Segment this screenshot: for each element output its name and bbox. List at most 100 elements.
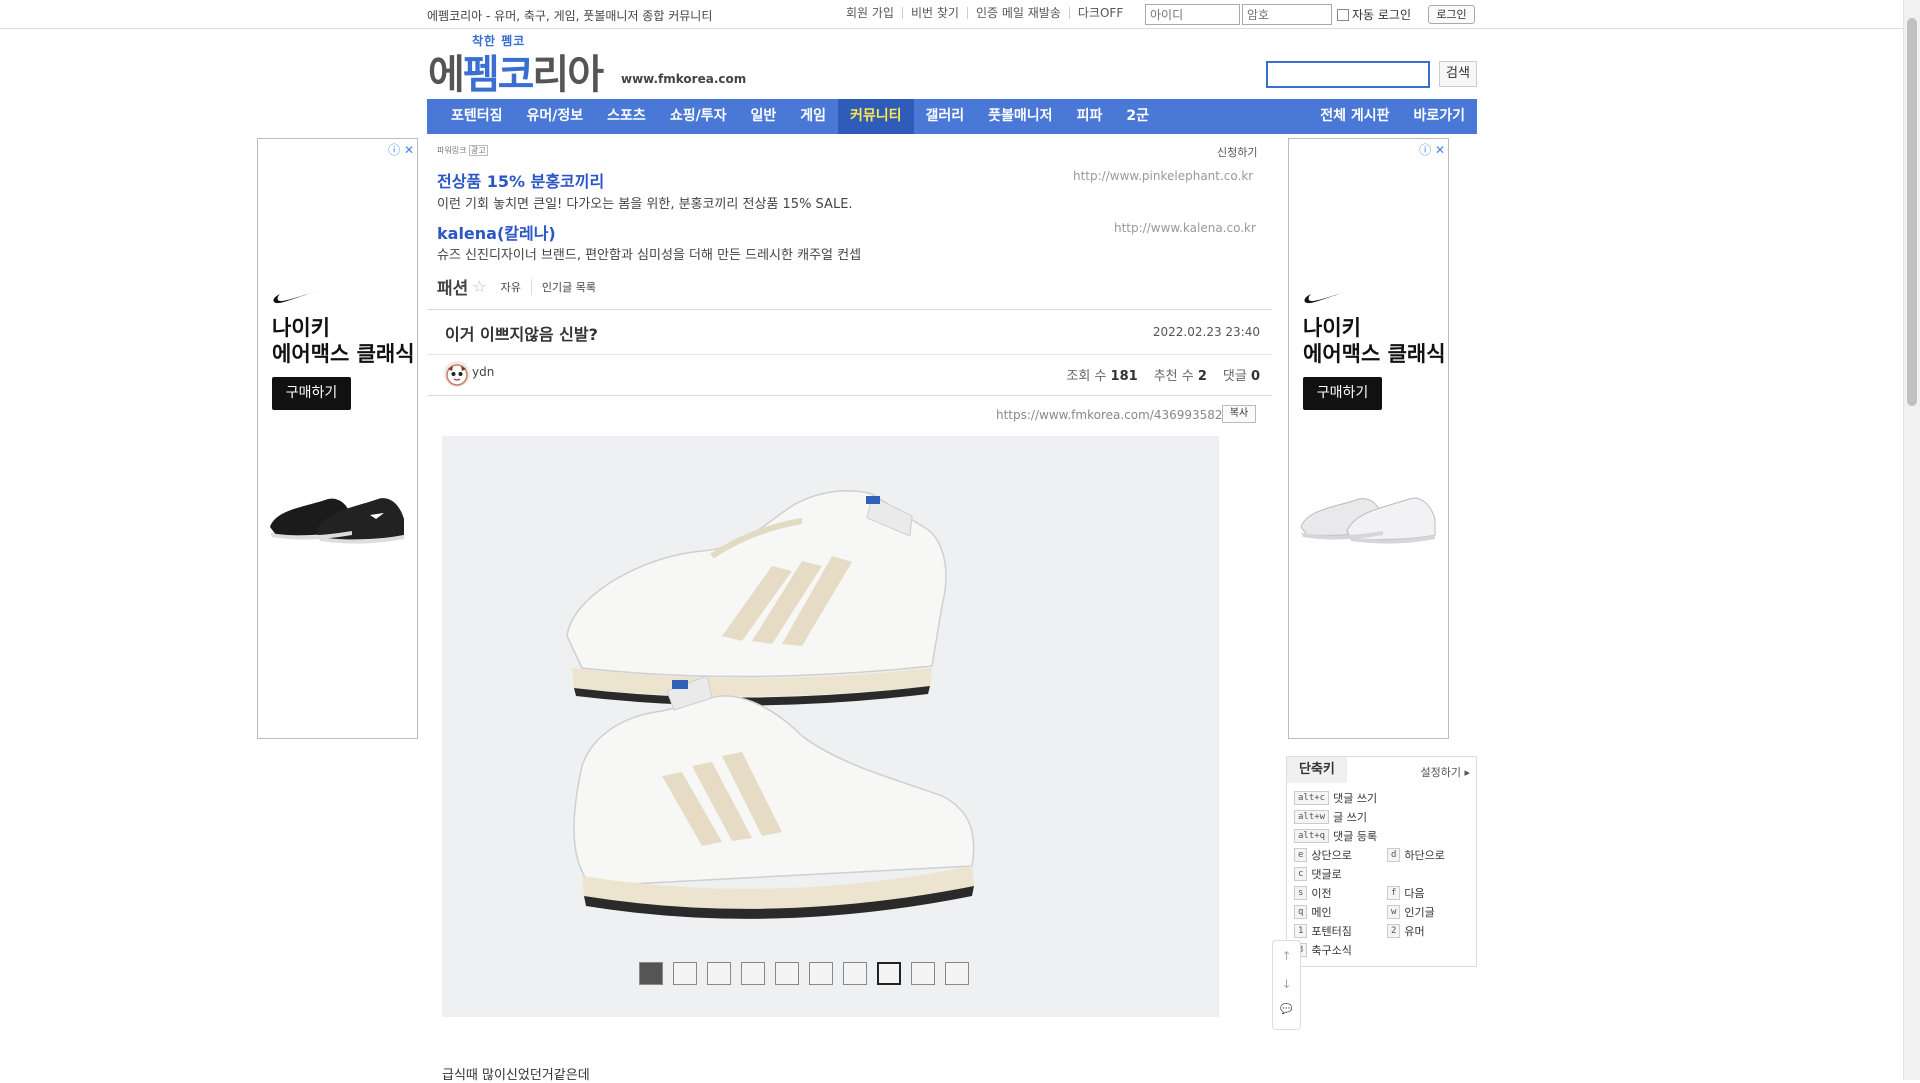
auto-login-checkbox[interactable] [1337, 8, 1349, 21]
resend-mail-link[interactable]: 인증 메일 재발송 [968, 7, 1070, 19]
post-image-gallery[interactable] [442, 436, 1219, 1017]
ad-request-link[interactable]: 신청하기 [1217, 144, 1257, 160]
nav-item-game[interactable]: 게임 [788, 99, 838, 134]
views-stat: 조회 수 181 [1066, 369, 1138, 384]
gallery-thumbnail[interactable] [843, 962, 867, 985]
shortcut-row: alt+w 글 쓰기 [1294, 809, 1367, 825]
dark-mode-toggle[interactable]: 다크OFF [1070, 7, 1131, 19]
nav-item-2gun[interactable]: 2군 [1114, 99, 1161, 134]
gallery-thumbnail[interactable] [775, 962, 799, 985]
author-name[interactable]: ydn [472, 365, 494, 379]
nav-item-general[interactable]: 일반 [738, 99, 788, 134]
gallery-thumbnail[interactable] [673, 962, 697, 985]
floating-buttons: ↑ ↓ 💬 [1272, 940, 1301, 1030]
auto-login[interactable]: 자동 로그인 [1337, 6, 1411, 23]
shortcut-row: alt+q 댓글 등록 [1294, 828, 1377, 844]
shortcut-settings-link[interactable]: 설정하기 ▸ [1420, 764, 1470, 780]
left-side-ad[interactable]: ⓘ ✕ 나이키 에어맥스 클래식 구매하기 [257, 138, 418, 739]
site-description: 에펨코리아 - 유머, 축구, 게임, 풋볼매니저 종합 커뮤니티 [427, 9, 713, 23]
recommend-stat: 추천 수 2 [1153, 369, 1207, 384]
favorite-star-icon[interactable]: ☆ [472, 277, 486, 296]
shortcut-row: d 하단으로 [1387, 847, 1445, 863]
ad-url[interactable]: http://www.pinkelephant.co.kr [1073, 169, 1253, 183]
find-password-link[interactable]: 비번 찾기 [903, 7, 968, 19]
shortcut-panel: 단축키 설정하기 ▸ alt+c 댓글 쓰기 alt+w 글 쓰기 alt+q 댓글 … [1286, 756, 1477, 967]
post-title: 이거 이쁘지않음 신발? [445, 325, 598, 344]
scroll-up-icon[interactable]: ↑ [1273, 949, 1300, 963]
nike-swoosh-icon [273, 291, 317, 304]
shortcut-row: 2 유머 [1387, 923, 1425, 939]
ad-info-icon[interactable]: ⓘ ✕ [388, 141, 414, 158]
comment-icon[interactable]: 💬 [1273, 1004, 1300, 1015]
nav-item-potenteojim[interactable]: 포텐터짐 [439, 99, 515, 134]
board-bar: 패션 ☆ 자유 인기글 목록 [437, 274, 606, 299]
scroll-down-icon[interactable]: ↓ [1273, 977, 1300, 991]
shortcut-row: s 이전 [1294, 885, 1332, 901]
gallery-thumbnail-selected[interactable] [877, 962, 901, 985]
sneaker-photo [566, 490, 975, 919]
ad-description: 슈즈 신진디자이너 브랜드, 편안함과 심미성을 더해 만든 드레시한 캐주얼 … [437, 248, 862, 263]
gallery-thumbnail[interactable] [741, 962, 765, 985]
gallery-thumbnail[interactable] [911, 962, 935, 985]
post-stats: 조회 수 181 추천 수 2 댓글 0 [1066, 365, 1260, 384]
comments-stat: 댓글 0 [1222, 369, 1260, 384]
account-links: 회원 가입 비번 찾기 인증 메일 재발송 다크OFF [838, 7, 1131, 19]
gallery-thumbnail[interactable] [707, 962, 731, 985]
nav-item-fifa[interactable]: 피파 [1065, 99, 1115, 134]
powerlink-label: 파워링크 광고 [437, 145, 488, 156]
auto-login-label: 자동 로그인 [1352, 8, 1412, 22]
right-side-ad[interactable]: ⓘ ✕ 나이키 에어맥스 클래식 구매하기 [1288, 138, 1449, 739]
shortcut-row: alt+c 댓글 쓰기 [1294, 790, 1377, 806]
ad-headline: 나이키 에어맥스 클래식 [1303, 316, 1446, 366]
author-avatar[interactable] [444, 361, 470, 387]
ad-buy-button[interactable]: 구매하기 [1303, 377, 1382, 410]
ad-url[interactable]: http://www.kalena.co.kr [1114, 221, 1256, 235]
board-tag-popular[interactable]: 인기글 목록 [530, 278, 606, 295]
login-button[interactable]: 로그인 [1428, 5, 1475, 24]
gallery-thumbnail[interactable] [945, 962, 969, 985]
post-url[interactable]: https://www.fmkorea.com/4369935829 [996, 408, 1230, 422]
ad-buy-button[interactable]: 구매하기 [272, 377, 351, 410]
board-name[interactable]: 패션 [437, 274, 468, 299]
nav-item-gallery[interactable]: 갤러리 [914, 99, 977, 134]
site-domain: www.fmkorea.com [621, 72, 747, 86]
site-logo[interactable]: 착한 펨코 에펨코리아 [428, 32, 608, 98]
ad-info-icon[interactable]: ⓘ ✕ [1419, 141, 1445, 158]
nav-item-community[interactable]: 커뮤니티 [837, 99, 914, 134]
sneaker-top [566, 490, 947, 706]
shortcut-row: f 다음 [1387, 885, 1425, 901]
nav-item-football-manager[interactable]: 풋볼매니저 [976, 99, 1064, 134]
search-button[interactable]: 검색 [1439, 61, 1477, 87]
gallery-thumbnail[interactable] [809, 962, 833, 985]
shortcut-row: q 메인 [1294, 904, 1332, 920]
ad-headline: 나이키 에어맥스 클래식 [272, 316, 415, 366]
gallery-thumbnails [639, 962, 969, 985]
password-input[interactable] [1242, 4, 1332, 25]
ad-description: 이런 기회 놓치면 큰일! 다가오는 봄을 위한, 분홍코끼리 전상품 15% … [437, 197, 853, 212]
nav-item-sports[interactable]: 스포츠 [595, 99, 658, 134]
nike-swoosh-icon [1304, 291, 1348, 304]
shortcut-row: 1 포텐터짐 [1294, 923, 1352, 939]
search-input[interactable] [1266, 61, 1430, 88]
id-input[interactable] [1145, 4, 1240, 25]
post-header: 이거 이쁘지않음 신발? 2022.02.23 23:40 ydn 조회 수 1… [427, 309, 1272, 396]
nav-item-shopping[interactable]: 쇼핑/투자 [658, 99, 739, 134]
board-tag-free[interactable]: 자유 [501, 279, 531, 295]
sneaker-bottom [573, 675, 975, 919]
logo-text: 에펨코리아 [428, 52, 604, 98]
main-nav: 포텐터짐 유머/정보 스포츠 쇼핑/투자 일반 게임 커뮤니티 갤러리 풋볼매니… [427, 99, 1477, 134]
shortcut-row: 3축구소식 [1294, 942, 1352, 958]
ad-title-link[interactable]: 전상품 15% 분홍코끼리 [437, 168, 604, 192]
copy-url-button[interactable]: 복사 [1222, 405, 1256, 423]
nav-item-all-boards[interactable]: 전체 게시판 [1308, 99, 1401, 134]
shortcut-row: w 인기글 [1387, 904, 1435, 920]
nav-item-shortcut[interactable]: 바로가기 [1401, 99, 1477, 134]
scrollbar-thumb[interactable] [1907, 18, 1917, 406]
ad-title-link[interactable]: kalena(칼레나) [437, 220, 556, 244]
vertical-scrollbar[interactable] [1903, 0, 1920, 1080]
signup-link[interactable]: 회원 가입 [838, 7, 903, 19]
nav-item-humor[interactable]: 유머/정보 [515, 99, 596, 134]
gallery-thumbnail[interactable] [639, 962, 663, 985]
black-sneaker-image [270, 498, 404, 544]
white-sneaker-image [1300, 497, 1436, 544]
